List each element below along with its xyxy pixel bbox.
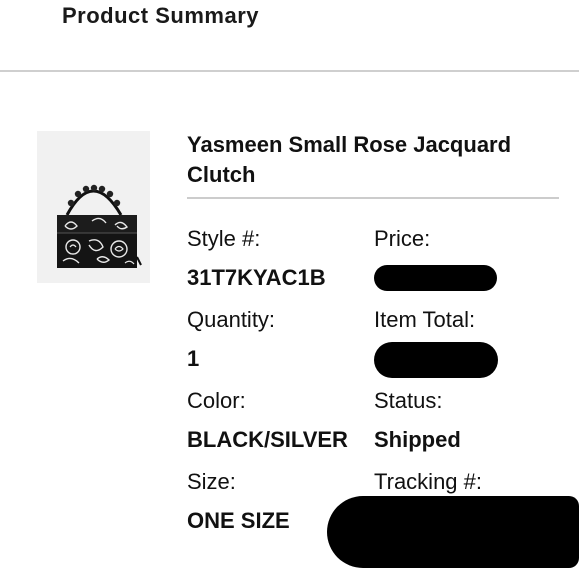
item-total-value-redacted	[374, 342, 498, 378]
price-value-redacted	[374, 265, 497, 291]
product-thumbnail[interactable]	[37, 131, 150, 283]
quantity-value: 1	[187, 346, 200, 371]
color-label: Color:	[187, 388, 246, 413]
style-label: Style #:	[187, 226, 261, 251]
size-label: Size:	[187, 469, 236, 494]
color-value: BLACK/SILVER	[187, 427, 348, 452]
product-name-divider	[187, 197, 559, 199]
price-label: Price:	[374, 226, 431, 251]
tracking-label: Tracking #:	[374, 469, 483, 494]
product-summary-title: Product Summary	[62, 3, 259, 28]
status-label: Status:	[374, 388, 443, 413]
quantity-label: Quantity:	[187, 307, 276, 332]
product-name[interactable]: Yasmeen Small Rose Jacquard Clutch	[187, 130, 547, 190]
section-divider	[0, 70, 579, 72]
style-value: 31T7KYAC1B	[187, 265, 326, 290]
status-value: Shipped	[374, 427, 461, 452]
item-total-label: Item Total:	[374, 307, 476, 332]
size-value: ONE SIZE	[187, 508, 290, 533]
clutch-bag-image	[57, 184, 142, 268]
tracking-value-redacted	[327, 496, 579, 568]
